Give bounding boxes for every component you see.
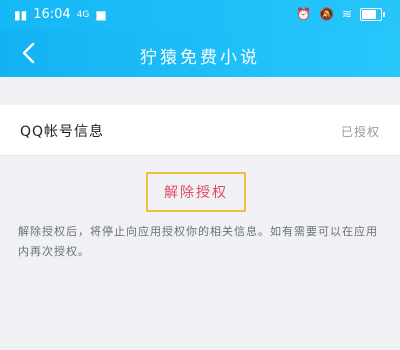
account-info-row: QQ帐号信息 已授权 (0, 105, 400, 156)
section-spacer (0, 77, 400, 105)
signal-icon: ▮▮ (14, 7, 28, 22)
revoke-label: 解除授权 (164, 185, 228, 201)
wifi-icon: ≋ (341, 7, 352, 21)
page-title: 狞猿免费小说 (140, 48, 260, 68)
status-time: 16:04 (33, 7, 71, 22)
revoke-description: 解除授权后，将停止向应用授权你的相关信息。如有需要可以在应用内再次授权。 (18, 225, 378, 258)
battery-icon (360, 7, 385, 21)
authorization-status: 已授权 (340, 125, 380, 139)
status-right: ⏰ 🔕 ≋ (296, 7, 385, 21)
status-left: ▮▮ 16:04 4G ■ (14, 7, 107, 22)
alarm-icon: ⏰ (296, 7, 311, 21)
nav-bar: 狞猿免费小说 (0, 30, 400, 77)
account-info-label: QQ帐号信息 (20, 124, 105, 140)
status-bar: ▮▮ 16:04 4G ■ ⏰ 🔕 ≋ (0, 0, 400, 30)
revoke-authorization-button[interactable]: 解除授权 (146, 172, 246, 212)
mute-icon: 🔕 (318, 7, 334, 21)
network-icon: 4G (76, 9, 90, 20)
camera-icon: ■ (95, 7, 107, 22)
